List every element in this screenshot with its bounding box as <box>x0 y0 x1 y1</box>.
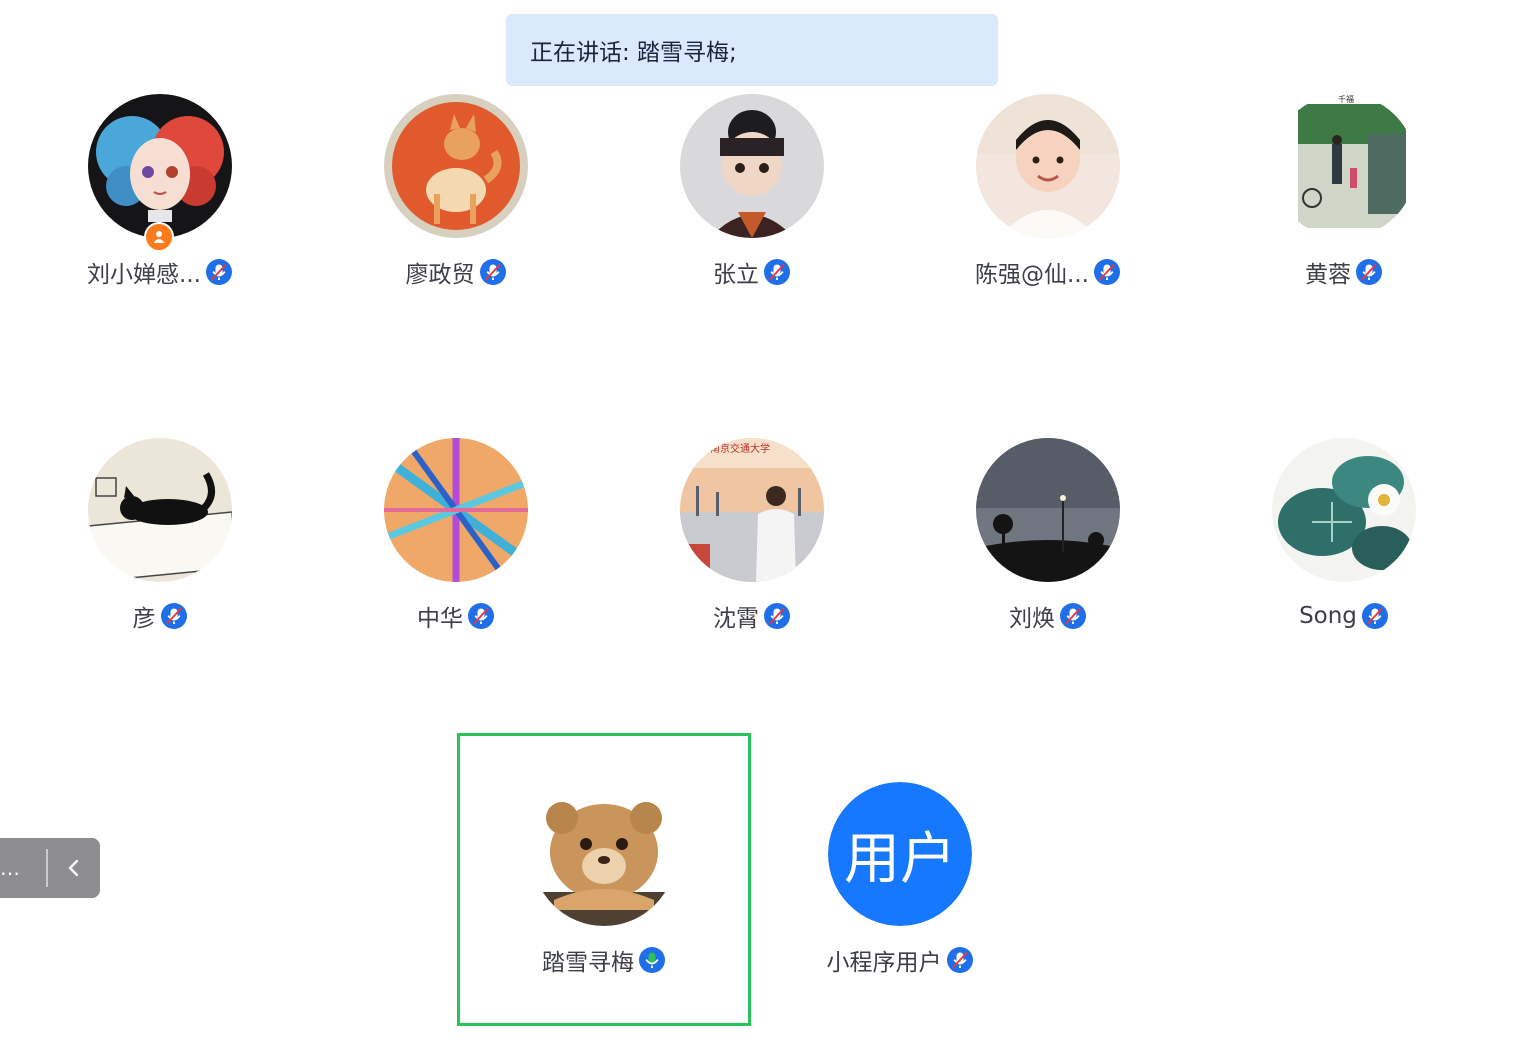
rainbow-rays-avatar[interactable] <box>384 438 528 582</box>
shiba-dog-avatar-image <box>384 94 528 238</box>
chevron-left-icon[interactable] <box>67 858 81 878</box>
child-photo-avatar[interactable] <box>976 94 1120 238</box>
participant-name: 张立 <box>713 262 759 288</box>
participant-name-row: 沈霄 <box>632 598 872 634</box>
cartoon-girl-avatar[interactable] <box>88 94 232 238</box>
participant-name: 黄蓉 <box>1305 262 1351 288</box>
mic-muted-icon <box>1356 259 1382 285</box>
participant-name-row: 廖政贸 <box>336 254 576 290</box>
participant-name-row: 彦 <box>40 598 280 634</box>
participant-tile[interactable]: 踏雪寻梅 <box>484 782 724 1002</box>
participant-tile[interactable]: 张立 <box>632 94 872 314</box>
harbor-photo-avatar-image: 南京交通大学 <box>680 438 824 582</box>
street-photo-avatar[interactable]: 千福 <box>1272 94 1416 238</box>
rainbow-rays-avatar-image <box>384 438 528 582</box>
participant-name-row: 中华 <box>336 598 576 634</box>
participant-name-row: 陈强@仙... <box>928 254 1168 290</box>
participant-tile[interactable]: 廖政贸 <box>336 94 576 314</box>
mic-muted-icon <box>205 259 232 285</box>
mic-muted-icon <box>946 947 973 973</box>
mic-muted-icon <box>160 603 187 629</box>
dusk-palms-avatar[interactable] <box>976 438 1120 582</box>
participant-name: 廖政贸 <box>405 262 475 288</box>
lotus-leaf-avatar-image <box>1272 438 1416 582</box>
collapse-button[interactable] <box>48 858 100 878</box>
meeting-gallery: 正在讲话: 踏雪寻梅; 刘小婵感... 廖政贸 张立 陈强@仙... 千福黄蓉彦 中华 南京… <box>0 0 1522 1044</box>
participant-name: 小程序用户 <box>826 950 942 976</box>
mic-muted-icon <box>479 259 506 285</box>
participant-name-row: 小程序用户 <box>780 942 1020 978</box>
doll-figure-avatar-image <box>680 94 824 238</box>
participant-name-row: 刘小婵感... <box>40 254 280 290</box>
speaking-banner: 正在讲话: 踏雪寻梅; <box>506 14 998 86</box>
child-photo-avatar-image <box>976 94 1120 238</box>
participant-tile[interactable]: 中华 <box>336 438 576 658</box>
side-panel[interactable]: … <box>0 838 100 898</box>
mic-on-icon <box>639 947 665 973</box>
participant-name-row: 踏雪寻梅 <box>484 942 724 978</box>
avatar-text: 用户 <box>828 782 972 926</box>
participant-name: 彦 <box>132 606 156 632</box>
svg-text:南京交通大学: 南京交通大学 <box>710 442 770 455</box>
text-placeholder-avatar[interactable]: 用户 <box>828 782 972 926</box>
participant-tile[interactable]: 千福黄蓉 <box>1224 94 1464 314</box>
lion-cub-avatar-image <box>532 782 676 926</box>
participant-tile[interactable]: 用户 小程序用户 <box>780 782 1020 1002</box>
participant-name: 刘小婵感... <box>87 262 201 288</box>
side-panel-label[interactable]: … <box>0 856 46 880</box>
mic-muted-icon <box>1361 603 1388 629</box>
dusk-palms-avatar-image <box>976 438 1120 582</box>
participant-tile[interactable]: 陈强@仙... <box>928 94 1168 314</box>
doll-figure-avatar[interactable] <box>680 94 824 238</box>
mic-muted-icon <box>764 259 790 285</box>
participant-name: 陈强@仙... <box>975 262 1089 288</box>
participant-name-row: 刘焕 <box>928 598 1168 634</box>
participant-tile[interactable]: 刘焕 <box>928 438 1168 658</box>
mic-muted-icon <box>468 603 494 629</box>
participant-name-row: 张立 <box>632 254 872 290</box>
lotus-leaf-avatar[interactable] <box>1272 438 1416 582</box>
svg-text:千福: 千福 <box>1338 94 1354 104</box>
black-cat-avatar-image <box>88 438 232 582</box>
harbor-photo-avatar[interactable]: 南京交通大学 <box>680 438 824 582</box>
participant-tile[interactable]: 刘小婵感... <box>40 94 280 314</box>
participant-name: 踏雪寻梅 <box>542 950 634 976</box>
cartoon-girl-avatar-image <box>88 94 232 238</box>
mic-muted-icon <box>1060 603 1086 629</box>
host-badge-icon <box>144 222 174 252</box>
street-photo-avatar-image: 千福 <box>1272 94 1416 238</box>
mic-muted-icon <box>1093 259 1120 285</box>
mic-muted-icon <box>764 603 790 629</box>
shiba-dog-avatar[interactable] <box>384 94 528 238</box>
participant-tile[interactable]: 南京交通大学 沈霄 <box>632 438 872 658</box>
black-cat-avatar[interactable] <box>88 438 232 582</box>
lion-cub-avatar[interactable] <box>532 782 676 926</box>
participant-tile[interactable]: Song <box>1224 438 1464 658</box>
participant-name: 刘焕 <box>1009 606 1055 632</box>
participant-name-row: 黄蓉 <box>1224 254 1464 290</box>
speaking-banner-text: 正在讲话: 踏雪寻梅; <box>530 40 737 66</box>
participant-name: 中华 <box>417 606 463 632</box>
participant-tile[interactable]: 彦 <box>40 438 280 658</box>
participant-name-row: Song <box>1224 598 1464 634</box>
participant-name: Song <box>1299 603 1357 629</box>
participant-name: 沈霄 <box>713 606 759 632</box>
